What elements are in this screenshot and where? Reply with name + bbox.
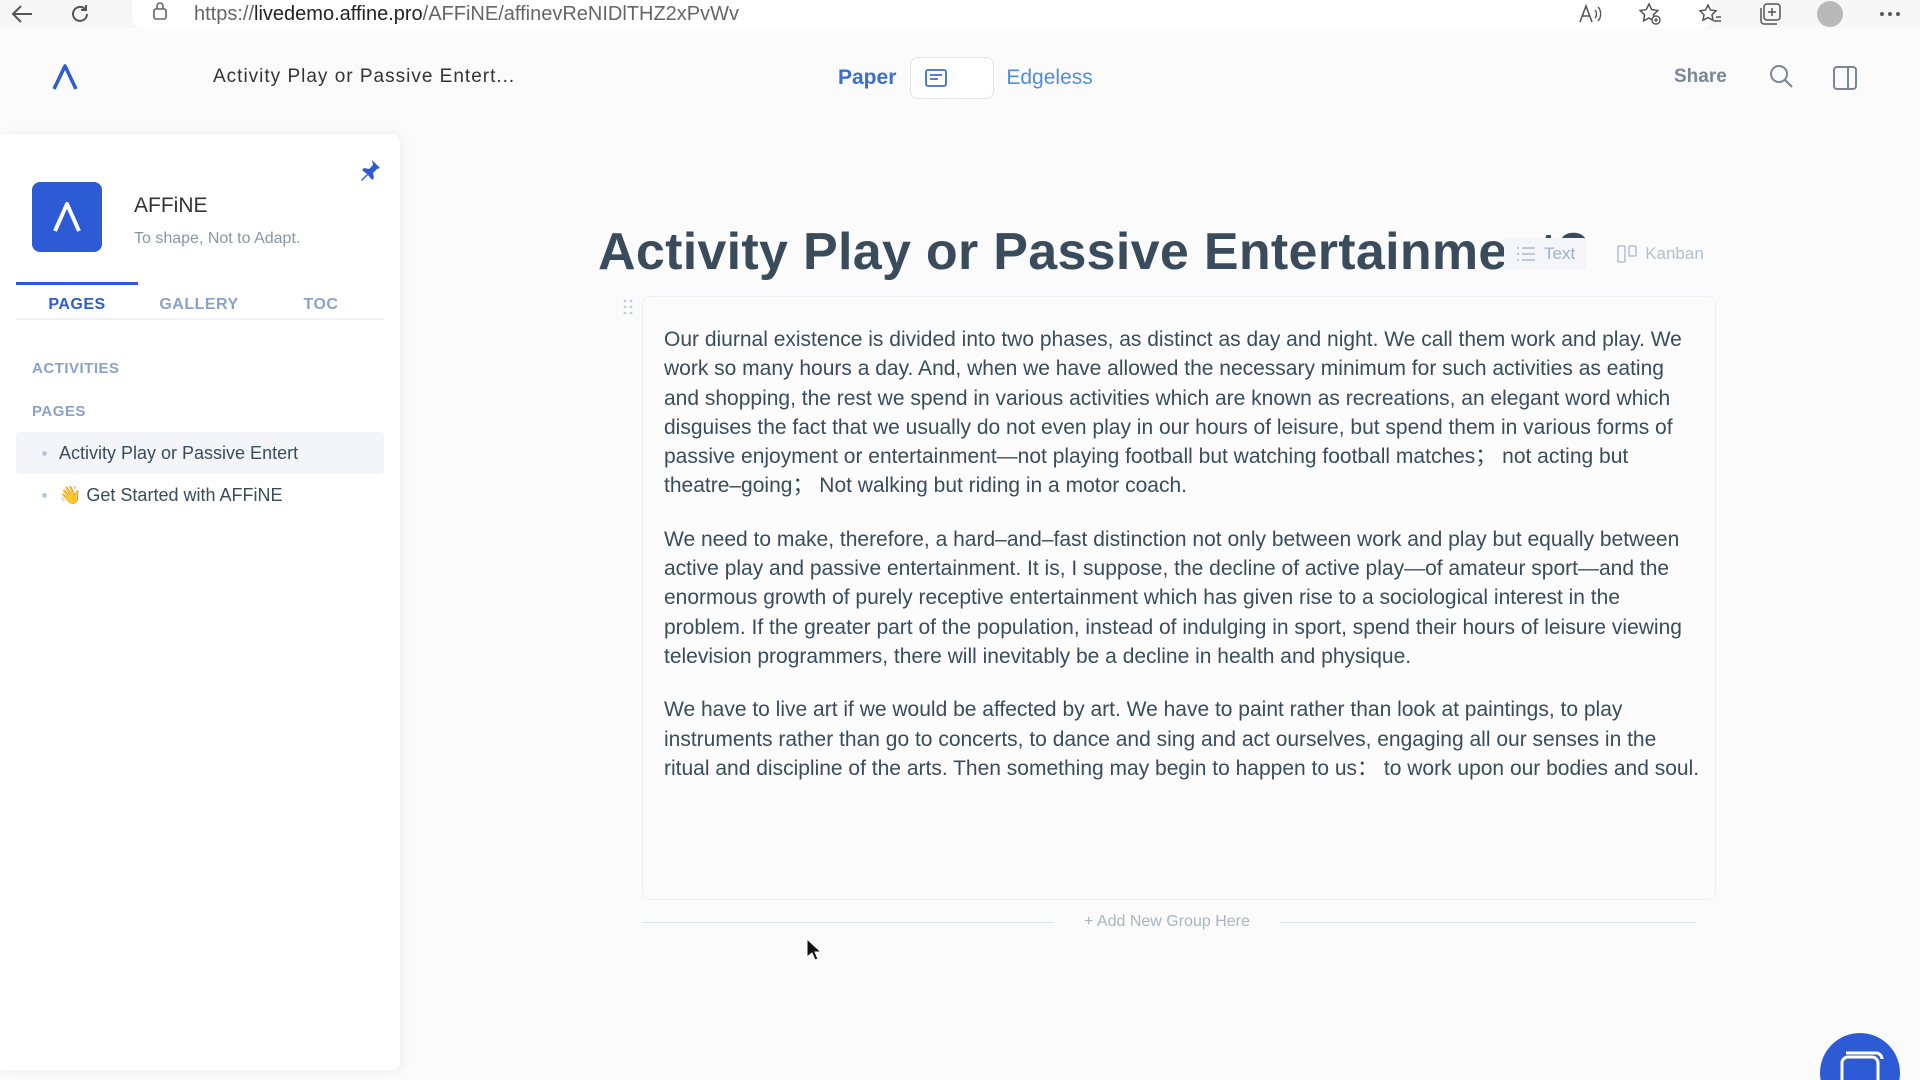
chat-support-button[interactable] bbox=[1820, 1033, 1900, 1080]
divider bbox=[642, 921, 1054, 923]
url-path: /AFFiNE/affinevReNIDlTHZ2xPvWv bbox=[422, 2, 740, 25]
favorites-icon[interactable] bbox=[1680, 0, 1740, 28]
text-view-label: Text bbox=[1544, 244, 1576, 263]
back-arrow-icon[interactable] bbox=[0, 0, 44, 28]
page-item-label: Activity Play or Passive Entert bbox=[59, 442, 299, 463]
add-group-row: + Add New Group Here bbox=[642, 910, 1718, 934]
workspace-name: AFFiNE bbox=[134, 194, 208, 217]
search-icon[interactable] bbox=[1768, 63, 1796, 91]
page-item-label: 👋 Get Started with AFFiNE bbox=[59, 484, 283, 505]
section-activities[interactable]: ACTIVITIES bbox=[32, 360, 120, 377]
paragraph[interactable]: Our diurnal existence is divided into tw… bbox=[664, 325, 1704, 501]
mouse-cursor-icon bbox=[806, 937, 823, 962]
document-title[interactable]: Activity Play or Passive Entertainment? bbox=[598, 222, 1589, 282]
chat-icon bbox=[1840, 1051, 1884, 1080]
document-body[interactable]: Our diurnal existence is divided into tw… bbox=[642, 296, 1716, 900]
profile-icon[interactable] bbox=[1800, 0, 1860, 28]
mode-switch: Paper Edgeless bbox=[838, 56, 1093, 100]
workspace-tagline: To shape, Not to Adapt. bbox=[134, 230, 301, 247]
paper-icon bbox=[925, 69, 948, 87]
read-aloud-icon[interactable] bbox=[1560, 0, 1620, 28]
app-header: Activity Play or Passive Entert... Paper… bbox=[0, 38, 1920, 118]
share-button[interactable]: Share bbox=[1674, 66, 1727, 88]
kanban-icon bbox=[1617, 245, 1637, 263]
workspace-logo[interactable] bbox=[32, 182, 102, 252]
affine-logo-icon[interactable] bbox=[50, 62, 80, 92]
sidebar-page-item[interactable]: 👋 Get Started with AFFiNE bbox=[16, 474, 384, 516]
browser-toolbar: https://livedemo.affine.pro/AFFiNE/affin… bbox=[0, 0, 1920, 28]
collections-icon[interactable] bbox=[1740, 0, 1800, 28]
edgeless-mode-button[interactable]: Edgeless bbox=[1006, 66, 1092, 90]
bullet-icon bbox=[42, 450, 47, 456]
tab-toc[interactable]: TOC bbox=[260, 282, 382, 318]
kanban-view-label: Kanban bbox=[1645, 244, 1704, 263]
bullet-icon bbox=[42, 492, 47, 498]
pin-icon[interactable] bbox=[358, 158, 382, 182]
sidebar-tabs: PAGES GALLERY TOC bbox=[16, 282, 384, 320]
add-favorite-icon[interactable] bbox=[1620, 0, 1680, 28]
sidebar-toggle-icon[interactable] bbox=[1832, 65, 1858, 91]
mode-toggle[interactable] bbox=[910, 57, 995, 99]
url-domain: livedemo.affine.pro bbox=[254, 2, 423, 25]
sidebar-panel: AFFiNE To shape, Not to Adapt. PAGES GAL… bbox=[0, 134, 400, 1070]
view-switch: Text Kanban bbox=[1504, 238, 1734, 270]
kanban-view-button[interactable]: Kanban bbox=[1617, 244, 1704, 264]
divider bbox=[1279, 921, 1696, 923]
add-new-group-button[interactable]: + Add New Group Here bbox=[1054, 913, 1280, 931]
url-prefix: https:// bbox=[194, 2, 255, 25]
tab-gallery[interactable]: GALLERY bbox=[138, 282, 260, 318]
reload-icon[interactable] bbox=[58, 0, 102, 28]
list-icon bbox=[1517, 247, 1535, 261]
sidebar-page-item[interactable]: Activity Play or Passive Entert bbox=[16, 432, 384, 474]
drag-handle-icon[interactable] bbox=[622, 298, 634, 316]
text-view-button[interactable]: Text bbox=[1504, 238, 1588, 270]
section-pages[interactable]: PAGES bbox=[32, 403, 86, 420]
address-bar[interactable]: https://livedemo.affine.pro/AFFiNE/affin… bbox=[132, 0, 1712, 28]
lock-icon bbox=[152, 1, 172, 27]
header-doc-title: Activity Play or Passive Entert... bbox=[213, 66, 516, 87]
paragraph[interactable]: We have to live art if we would be affec… bbox=[664, 695, 1704, 783]
tab-pages[interactable]: PAGES bbox=[16, 282, 138, 318]
paper-mode-button[interactable]: Paper bbox=[838, 66, 896, 90]
paragraph[interactable]: We need to make, therefore, a hard–and–f… bbox=[664, 525, 1704, 671]
more-options-icon[interactable] bbox=[1860, 0, 1920, 28]
